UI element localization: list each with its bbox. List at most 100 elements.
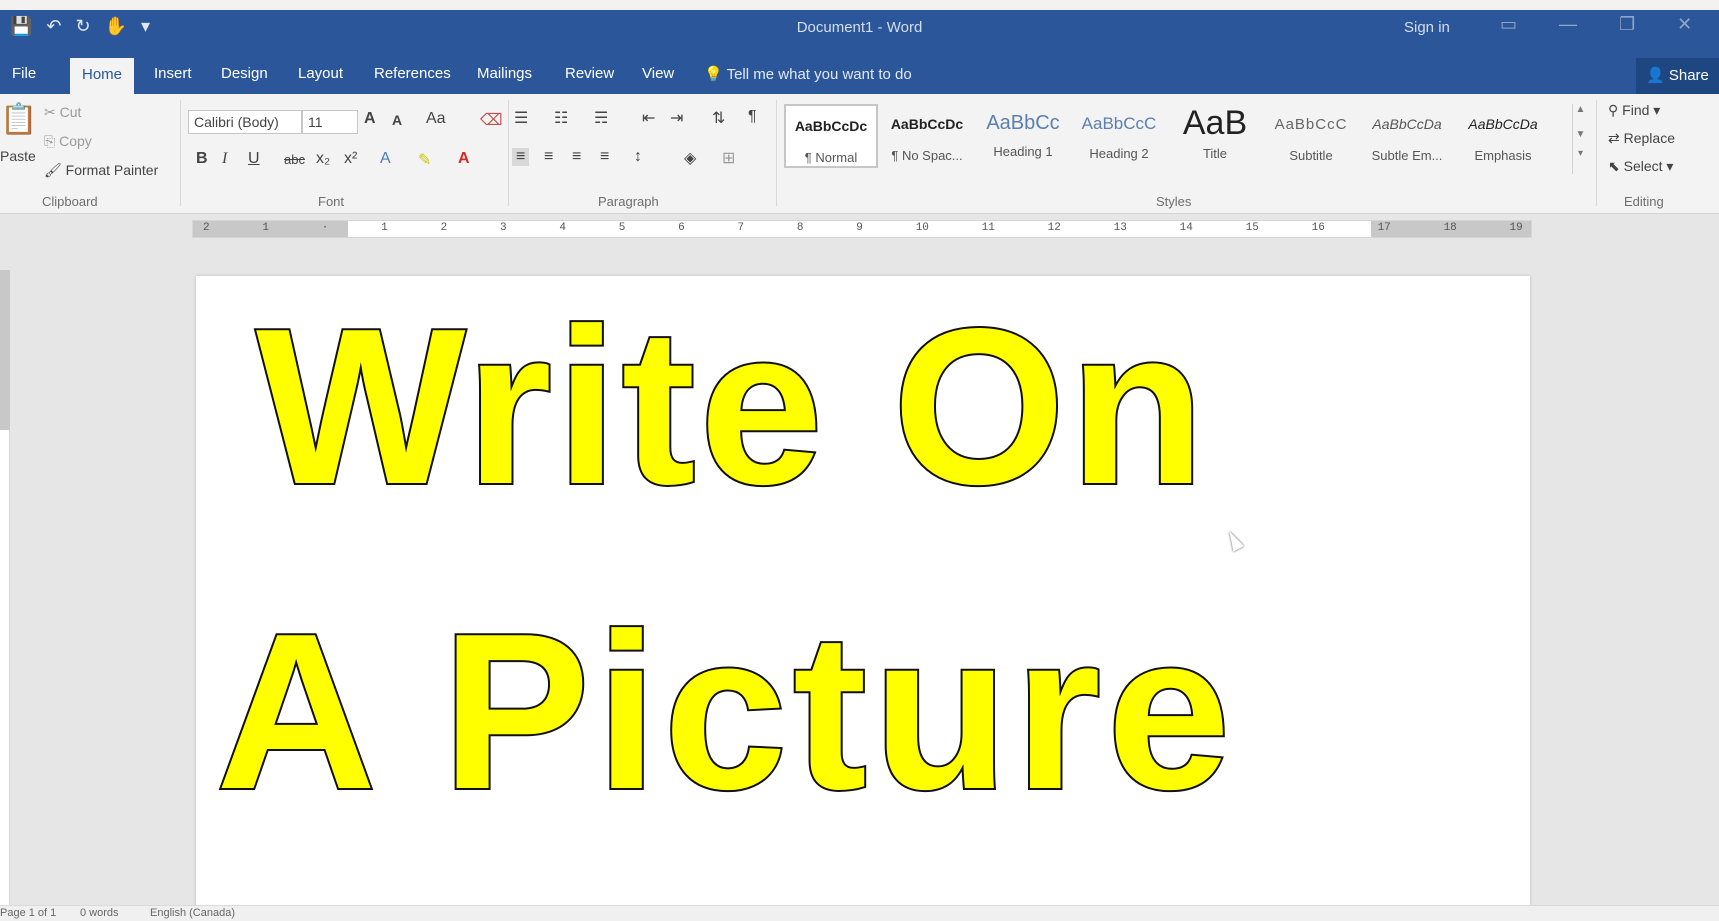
ruler-number: 15 <box>1245 222 1259 234</box>
cut-button[interactable]: ✂ Cut <box>44 104 81 121</box>
subscript-icon[interactable]: x₂ <box>316 150 330 168</box>
tab-references[interactable]: References <box>374 65 451 82</box>
align-left-icon[interactable]: ≡ <box>512 148 530 166</box>
ruler-number: 3 <box>499 222 507 234</box>
highlight-icon[interactable]: ✎ <box>418 150 431 170</box>
font-size-input[interactable]: 11 <box>302 110 358 134</box>
paste-label[interactable]: Paste <box>0 148 36 164</box>
language-indicator[interactable]: English (Canada) <box>150 907 235 919</box>
styles-group-label: Styles <box>1156 194 1192 209</box>
clear-formatting-icon[interactable]: ⌫ <box>480 110 503 130</box>
ruler-number: 9 <box>856 222 863 234</box>
share-button[interactable]: 👤 Share <box>1636 58 1719 94</box>
ruler-number: 13 <box>1113 222 1127 234</box>
style-name: Emphasis <box>1474 148 1532 163</box>
ruler-number: 16 <box>1311 222 1325 234</box>
scroll-down-icon[interactable]: ▼ <box>1573 129 1588 140</box>
group-separator <box>180 100 181 206</box>
align-center-icon[interactable]: ≡ <box>544 148 553 166</box>
copy-label: Copy <box>59 133 92 149</box>
select-button[interactable]: ⬉ Select ▾ <box>1608 158 1673 175</box>
wordart-line-2[interactable]: A Picture <box>214 599 1236 825</box>
increase-indent-icon[interactable]: ⇥ <box>670 108 683 128</box>
style-no-spacing[interactable]: AaBbCcDc ¶ No Spac... <box>880 104 974 168</box>
underline-icon[interactable]: U <box>248 150 260 168</box>
ribbon-display-icon[interactable]: ▭ <box>1500 14 1517 35</box>
page-count[interactable]: Page 1 of 1 <box>0 907 56 919</box>
pointer-icon: ⬉ <box>1608 158 1620 174</box>
style-name: Subtitle <box>1289 148 1333 163</box>
scissors-icon: ✂ <box>44 104 56 120</box>
tab-design[interactable]: Design <box>221 65 268 82</box>
style-name: Subtle Em... <box>1371 148 1443 163</box>
sign-in-link[interactable]: Sign in <box>1404 19 1450 36</box>
multilevel-list-icon[interactable]: ☴ <box>594 108 608 128</box>
font-color-icon[interactable]: A <box>458 150 470 168</box>
shading-icon[interactable]: ◈ <box>684 148 696 168</box>
style-subtitle[interactable]: AaBbCcC Subtitle <box>1264 104 1358 168</box>
text-effects-icon[interactable]: A <box>380 150 391 168</box>
line-spacing-icon[interactable]: ↕ <box>634 148 642 166</box>
grow-font-icon[interactable]: A <box>364 110 376 128</box>
sort-icon[interactable]: ⇅ <box>712 108 725 128</box>
justify-icon[interactable]: ≡ <box>600 148 609 166</box>
maximize-icon[interactable]: ❐ <box>1619 14 1635 35</box>
paste-icon[interactable]: 📋 <box>0 102 37 137</box>
strikethrough-icon[interactable]: abc <box>284 152 305 167</box>
tab-insert[interactable]: Insert <box>154 65 192 82</box>
find-button[interactable]: ⚲ Find ▾ <box>1608 102 1660 119</box>
borders-icon[interactable]: ⊞ <box>722 148 735 168</box>
vertical-ruler[interactable] <box>0 270 10 910</box>
style-emphasis[interactable]: AaBbCcDa Emphasis <box>1456 104 1550 168</box>
align-right-icon[interactable]: ≡ <box>572 148 581 166</box>
horizontal-ruler[interactable]: 2 1 · 1 2 3 4 5 6 7 8 9 10 11 12 13 14 15 16 17 18 19 <box>192 220 1532 238</box>
pilcrow-icon[interactable]: ¶ <box>748 108 757 126</box>
style-normal[interactable]: AaBbCcDc ¶ Normal <box>784 104 878 168</box>
minimize-icon[interactable]: — <box>1559 14 1577 35</box>
ruler-number: 5 <box>618 222 626 234</box>
shrink-font-icon[interactable]: A <box>392 112 402 128</box>
scroll-up-icon[interactable]: ▲ <box>1573 104 1588 115</box>
word-count[interactable]: 0 words <box>80 907 119 919</box>
close-icon[interactable]: ✕ <box>1677 14 1692 35</box>
ruler-number: 12 <box>1047 222 1061 234</box>
decrease-indent-icon[interactable]: ⇤ <box>642 108 655 128</box>
styles-gallery-scroll[interactable]: ▲ ▼ ▾ <box>1572 104 1588 174</box>
style-sample: AaBbCcDa <box>1468 116 1538 132</box>
bullets-icon[interactable]: ☰ <box>514 108 528 128</box>
title-top-strip <box>0 0 1719 10</box>
style-title[interactable]: AaB Title <box>1168 104 1262 168</box>
style-subtle-emphasis[interactable]: AaBbCcDa Subtle Em... <box>1360 104 1454 168</box>
tab-view[interactable]: View <box>642 65 674 82</box>
font-size-value: 11 <box>308 114 323 130</box>
style-heading-1[interactable]: AaBbCc Heading 1 <box>976 104 1070 168</box>
font-name-input[interactable]: Calibri (Body) <box>188 110 302 134</box>
vertical-ruler-margin <box>0 270 10 430</box>
superscript-icon[interactable]: x² <box>344 150 357 168</box>
change-case-icon[interactable]: Aa <box>426 110 446 128</box>
format-painter-button[interactable]: 🖌 Format Painter <box>44 162 158 179</box>
tab-home[interactable]: Home <box>70 58 135 94</box>
brush-icon: 🖌 <box>44 162 62 178</box>
copy-button[interactable]: ⎘ Copy <box>44 133 92 150</box>
gallery-more-icon[interactable]: ▾ <box>1573 148 1588 159</box>
italic-icon[interactable]: I <box>222 150 227 168</box>
group-separator <box>776 100 777 206</box>
wordart-line-1[interactable]: Write On <box>254 294 1209 520</box>
tab-layout[interactable]: Layout <box>298 65 343 82</box>
numbering-icon[interactable]: ☷ <box>554 108 568 128</box>
replace-button[interactable]: ⇄ Replace <box>1608 130 1675 147</box>
tab-file[interactable]: File <box>12 65 36 82</box>
style-sample: AaBbCcC <box>1081 114 1157 133</box>
select-label: Select <box>1623 158 1663 174</box>
document-page[interactable]: Write On A Picture <box>196 276 1530 916</box>
ruler-numbers: 2 1 · 1 2 3 4 5 6 7 8 9 10 11 12 13 14 15 16 17 18 19 <box>193 222 1533 238</box>
bold-icon[interactable]: B <box>196 150 208 168</box>
tell-me-box[interactable]: 💡 Tell me what you want to do <box>704 65 912 83</box>
tab-review[interactable]: Review <box>565 65 614 82</box>
ribbon-tabs: File Home Insert Design Layout Reference… <box>0 58 1719 94</box>
magnifier-icon: ⚲ <box>1608 102 1619 118</box>
style-heading-2[interactable]: AaBbCcC Heading 2 <box>1072 104 1166 168</box>
tab-mailings[interactable]: Mailings <box>477 65 532 82</box>
ruler-number: 2 <box>203 222 210 234</box>
